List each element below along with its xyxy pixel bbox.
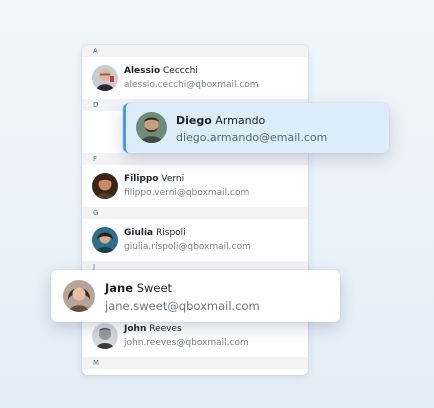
section-header-f: F: [82, 153, 308, 165]
floating-contact-card-jane[interactable]: Jane Sweet jane.sweet@qboxmail.com: [51, 270, 340, 322]
contact-row-giulia[interactable]: Giulia Rispoli giulia.rispoli@qboxmail.c…: [82, 219, 308, 261]
contact-name: Filippo Verni: [124, 174, 185, 184]
contact-name: John Reeves: [124, 324, 182, 334]
section-header-m: M: [82, 357, 308, 369]
contact-name: Alessio Ceccchi: [124, 66, 198, 76]
contact-email: giulia.rispoli@qboxmail.com: [124, 242, 251, 252]
avatar-john: [92, 323, 118, 349]
contact-row-filippo[interactable]: Filippo Verni filippo.verni@qboxmail.com: [82, 165, 308, 207]
contact-email: john.reeves@qboxmail.com: [124, 338, 249, 348]
avatar-alessio: [92, 65, 118, 91]
contact-name: Jane Sweet: [105, 281, 173, 295]
contact-row-alessio[interactable]: Alessio Ceccchi alessio.cecchi@qboxmail.…: [82, 57, 308, 99]
section-header-g: G: [82, 207, 308, 219]
avatar-giulia: [92, 227, 118, 253]
contact-email: filippo.verni@qboxmail.com: [124, 188, 250, 198]
contact-list: A Alessio Ceccchi alessio.cecchi@qboxmai…: [82, 45, 308, 375]
dragged-contact-card-diego[interactable]: Diego Armando diego.armando@email.com: [123, 103, 389, 153]
avatar-jane: [63, 280, 95, 312]
contact-email: alessio.cecchi@qboxmail.com: [124, 80, 259, 90]
section-header-a: A: [82, 45, 308, 57]
contact-name: Giulia Rispoli: [124, 228, 186, 238]
avatar-diego: [136, 112, 167, 143]
contact-email: jane.sweet@qboxmail.com: [105, 299, 260, 313]
contact-name: Diego Armando: [176, 114, 266, 127]
avatar-filippo: [92, 173, 118, 199]
contact-email: diego.armando@email.com: [176, 131, 328, 144]
